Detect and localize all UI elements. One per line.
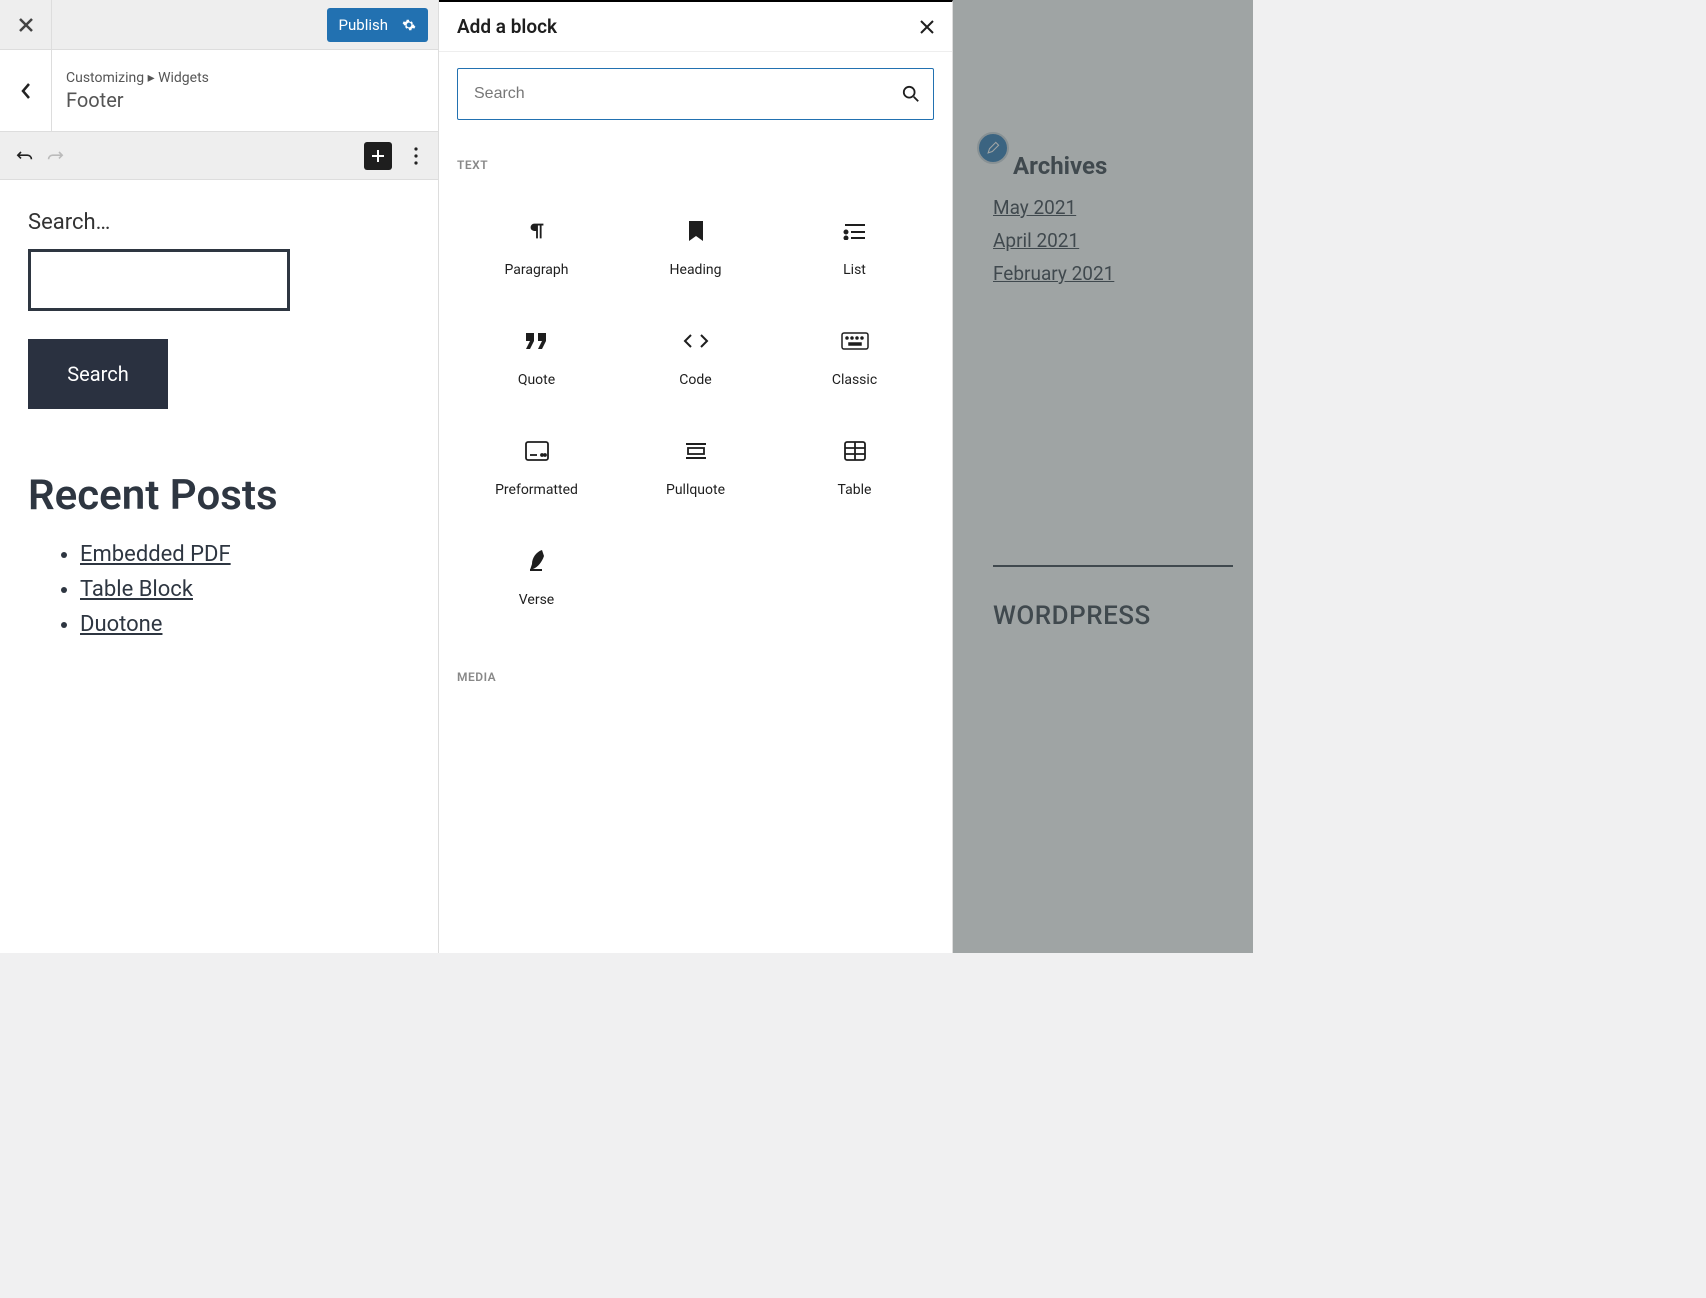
back-button[interactable] xyxy=(0,50,52,132)
search-widget-input[interactable] xyxy=(28,249,290,311)
pilcrow-icon xyxy=(526,216,548,246)
block-label: Table xyxy=(838,482,872,498)
inserter-title: Add a block xyxy=(457,15,920,38)
add-block-button[interactable] xyxy=(364,142,392,170)
code-icon xyxy=(683,326,709,356)
publish-label: Publish xyxy=(339,16,388,34)
close-inserter-button[interactable] xyxy=(920,20,934,34)
block-table[interactable]: Table xyxy=(775,412,934,522)
pullquote-icon xyxy=(684,436,708,466)
quote-icon xyxy=(526,326,548,356)
keyboard-icon xyxy=(841,326,869,356)
bookmark-icon xyxy=(687,216,705,246)
block-paragraph[interactable]: Paragraph xyxy=(457,192,616,302)
gear-icon xyxy=(402,18,416,32)
block-preformatted[interactable]: Preformatted xyxy=(457,412,616,522)
search-widget-button[interactable]: Search xyxy=(28,339,168,409)
footer-brand: WORDPRESS xyxy=(993,601,1233,631)
archives-heading: Archives xyxy=(1013,152,1233,180)
redo-button xyxy=(40,141,70,171)
block-label: Code xyxy=(679,372,711,388)
search-icon xyxy=(902,85,920,103)
block-label: Heading xyxy=(670,262,722,278)
edit-shortcut-badge[interactable] xyxy=(977,132,1009,164)
close-customizer-button[interactable] xyxy=(0,0,52,50)
divider xyxy=(993,565,1233,567)
block-label: Pullquote xyxy=(666,482,725,498)
recent-post-link[interactable]: Duotone xyxy=(80,612,410,637)
block-pullquote[interactable]: Pullquote xyxy=(616,412,775,522)
block-label: Quote xyxy=(518,372,555,388)
archive-link[interactable]: February 2021 xyxy=(993,262,1233,285)
archive-link[interactable]: April 2021 xyxy=(993,229,1233,252)
block-label: Preformatted xyxy=(495,482,578,498)
list-icon xyxy=(843,216,867,246)
page-title: Footer xyxy=(66,88,209,112)
undo-button[interactable] xyxy=(10,141,40,171)
table-icon xyxy=(844,436,866,466)
block-label: List xyxy=(843,262,866,278)
block-label: Paragraph xyxy=(505,262,569,278)
archive-link[interactable]: May 2021 xyxy=(993,196,1233,219)
block-classic[interactable]: Classic xyxy=(775,302,934,412)
block-heading[interactable]: Heading xyxy=(616,192,775,302)
recent-posts-heading: Recent Posts xyxy=(28,471,410,520)
block-code[interactable]: Code xyxy=(616,302,775,412)
breadcrumb: Customizing ▸ Widgets xyxy=(66,70,209,86)
feather-icon xyxy=(528,546,546,576)
block-category-label: TEXT xyxy=(457,158,934,172)
more-options-button[interactable] xyxy=(404,142,428,170)
block-label: Classic xyxy=(832,372,877,388)
block-verse[interactable]: Verse xyxy=(457,522,616,632)
block-search-input[interactable] xyxy=(457,68,934,120)
block-list[interactable]: List xyxy=(775,192,934,302)
publish-button[interactable]: Publish xyxy=(327,8,428,42)
recent-post-link[interactable]: Table Block xyxy=(80,577,410,602)
search-widget-label: Search… xyxy=(28,210,410,235)
recent-post-link[interactable]: Embedded PDF xyxy=(80,542,410,567)
block-label: Verse xyxy=(519,592,554,608)
pre-icon xyxy=(525,436,549,466)
block-quote[interactable]: Quote xyxy=(457,302,616,412)
block-category-label: MEDIA xyxy=(457,670,934,684)
